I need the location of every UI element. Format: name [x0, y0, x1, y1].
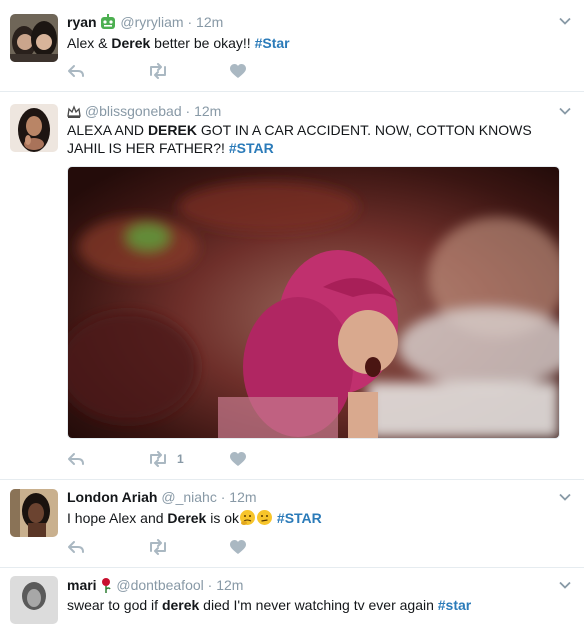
tweet-item[interactable]: @blissgonebad · 12m ALEXA AND DEREK GOT …: [0, 92, 584, 480]
tweet-text: I hope Alex and Derek is ok #STAR: [67, 509, 564, 530]
retweet-icon: [150, 451, 166, 467]
timestamp[interactable]: 12m: [194, 103, 221, 119]
timestamp[interactable]: 12m: [216, 577, 243, 593]
crown-icon: [67, 105, 81, 122]
avatar[interactable]: [10, 14, 58, 62]
tweet-text: ALEXA AND DEREK GOT IN A CAR ACCIDENT. N…: [67, 121, 544, 157]
text-highlight: Derek: [167, 510, 207, 526]
text-segment: I hope Alex and: [67, 510, 168, 526]
retweet-button[interactable]: 1: [147, 450, 184, 468]
text-segment: swear to god if: [67, 597, 162, 613]
robot-emoji-icon: [100, 14, 116, 33]
retweet-icon: [150, 539, 166, 555]
reply-button[interactable]: [67, 450, 85, 468]
rose-icon: [100, 577, 112, 596]
user-handle[interactable]: @dontbeafool: [116, 577, 203, 593]
tweet-item[interactable]: mari @dontbeafool · 12m swear to god if …: [0, 568, 584, 624]
hashtag-link[interactable]: #Star: [255, 35, 290, 51]
display-name[interactable]: ryan: [67, 14, 97, 30]
hashtag-link[interactable]: #star: [438, 597, 471, 613]
reply-icon: [68, 453, 84, 465]
text-highlight: derek: [161, 597, 200, 613]
reply-button[interactable]: [67, 62, 85, 80]
tweet-header: @blissgonebad · 12m: [67, 103, 221, 122]
separator-dot: ·: [207, 577, 213, 593]
like-button[interactable]: [230, 538, 246, 556]
separator-dot: ·: [185, 103, 191, 119]
thinking-face-icon: [239, 509, 256, 530]
heart-icon: [230, 451, 246, 466]
retweet-button[interactable]: [147, 62, 169, 80]
text-highlight: DEREK: [147, 122, 197, 138]
chevron-down-icon[interactable]: [558, 578, 572, 592]
reply-icon: [68, 541, 84, 553]
timestamp[interactable]: 12m: [229, 489, 256, 505]
text-segment: is ok: [206, 510, 240, 526]
text-segment: better be okay!!: [150, 35, 255, 51]
like-button[interactable]: [230, 62, 246, 80]
text-segment: Alex &: [67, 35, 112, 51]
user-handle[interactable]: @ryryliam: [120, 14, 183, 30]
confused-face-icon: [256, 509, 273, 530]
separator-dot: ·: [220, 489, 226, 505]
user-handle[interactable]: @blissgonebad: [85, 103, 182, 119]
chevron-down-icon[interactable]: [558, 14, 572, 28]
retweet-count: 1: [177, 452, 184, 466]
text-segment: ALEXA AND: [67, 122, 148, 138]
tweet-header: London Ariah @_niahc · 12m: [67, 489, 257, 505]
chevron-down-icon[interactable]: [558, 104, 572, 118]
retweet-icon: [150, 63, 166, 79]
display-name[interactable]: mari: [67, 577, 97, 593]
tweet-header: mari @dontbeafool · 12m: [67, 577, 243, 596]
tweet-text: swear to god if derek died I'm never wat…: [67, 596, 564, 614]
reply-icon: [68, 65, 84, 77]
like-button[interactable]: [230, 450, 246, 468]
tweet-media-image[interactable]: [67, 166, 560, 439]
tweet-header: ryan @ryryliam · 12m: [67, 14, 223, 33]
tweet-item[interactable]: ryan @ryryliam · 12m Alex & Derek better…: [0, 0, 584, 92]
text-segment: died I'm never watching tv ever again: [199, 597, 438, 613]
avatar[interactable]: [10, 576, 58, 624]
hashtag-link[interactable]: #STAR: [229, 140, 274, 156]
avatar[interactable]: [10, 489, 58, 537]
reply-button[interactable]: [67, 538, 85, 556]
hashtag-link[interactable]: #STAR: [277, 510, 322, 526]
tweet-text: Alex & Derek better be okay!! #Star: [67, 34, 564, 52]
text-highlight: Derek: [111, 35, 151, 51]
retweet-button[interactable]: [147, 538, 169, 556]
tweet-item[interactable]: London Ariah @_niahc · 12m I hope Alex a…: [0, 480, 584, 568]
display-name[interactable]: London Ariah: [67, 489, 157, 505]
user-handle[interactable]: @_niahc: [161, 489, 216, 505]
avatar[interactable]: [10, 104, 58, 152]
chevron-down-icon[interactable]: [558, 490, 572, 504]
separator-dot: ·: [187, 14, 193, 30]
timestamp[interactable]: 12m: [196, 14, 223, 30]
heart-icon: [230, 539, 246, 554]
heart-icon: [230, 63, 246, 78]
